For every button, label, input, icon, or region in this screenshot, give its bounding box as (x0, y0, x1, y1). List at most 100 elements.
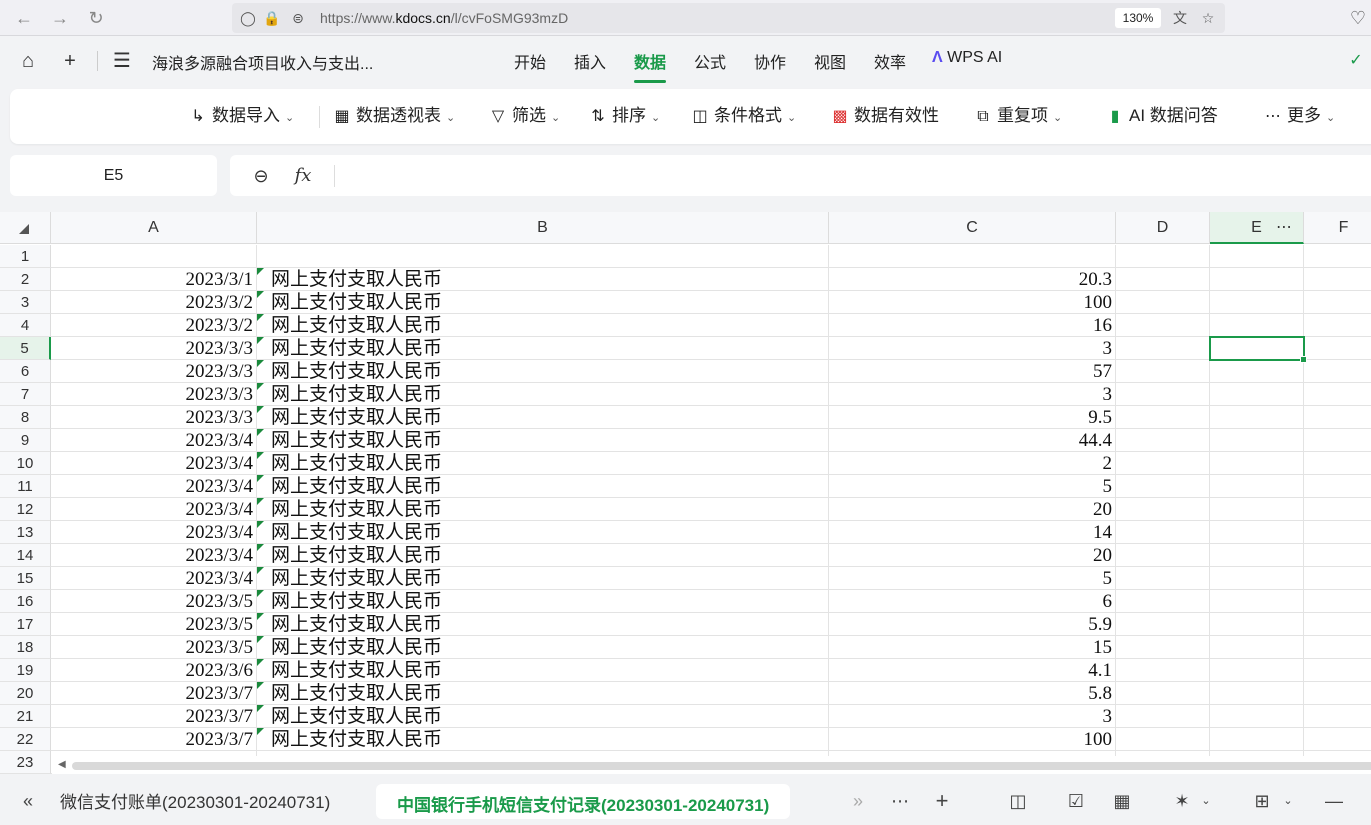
table-cell[interactable] (1116, 429, 1210, 452)
table-cell[interactable] (1210, 245, 1304, 268)
table-cell[interactable] (257, 245, 829, 268)
table-cell[interactable] (1116, 475, 1210, 498)
filter-button[interactable]: ▽ 筛选 ⌄ (488, 104, 560, 128)
table-cell[interactable]: 网上支付支取人民币 (257, 498, 829, 521)
table-cell[interactable] (1116, 452, 1210, 475)
table-cell[interactable] (1210, 406, 1304, 429)
table-cell[interactable] (1210, 659, 1304, 682)
table-cell[interactable]: 网上支付支取人民币 (257, 705, 829, 728)
table-cell[interactable] (1304, 291, 1371, 314)
table-cell[interactable] (1210, 567, 1304, 590)
table-cell[interactable]: 网上支付支取人民币 (257, 291, 829, 314)
row-header[interactable]: 2 (0, 268, 51, 291)
cloud-saved-icon[interactable]: ✓ (1344, 49, 1368, 73)
shield-icon[interactable]: ◯ (238, 8, 258, 28)
row-header[interactable]: 23 (0, 751, 51, 774)
double-chevron-left-icon[interactable]: « (16, 789, 40, 813)
table-cell[interactable]: 5.9 (829, 613, 1116, 636)
table-cell[interactable]: 2023/3/2 (51, 314, 257, 337)
table-cell[interactable]: 2023/3/3 (51, 406, 257, 429)
table-cell[interactable]: 2023/3/4 (51, 475, 257, 498)
column-header-a[interactable]: A (51, 212, 257, 244)
back-arrow-icon[interactable]: ← (12, 6, 36, 30)
table-cell[interactable]: 6 (829, 590, 1116, 613)
row-header[interactable]: 9 (0, 429, 51, 452)
table-cell[interactable]: 网上支付支取人民币 (257, 659, 829, 682)
tab-collaborate[interactable]: 协作 (754, 49, 786, 73)
table-cell[interactable] (1116, 360, 1210, 383)
table-cell[interactable]: 网上支付支取人民币 (257, 567, 829, 590)
conditional-format-button[interactable]: ◫ 条件格式 ⌄ (690, 104, 796, 128)
table-cell[interactable] (1304, 590, 1371, 613)
table-cell[interactable] (1304, 521, 1371, 544)
table-cell[interactable]: 2023/3/7 (51, 682, 257, 705)
scrollbar-thumb[interactable] (72, 762, 1371, 770)
row-header[interactable]: 6 (0, 360, 51, 383)
sheet-tab-wechat[interactable]: 微信支付账单(20230301-20240731) (60, 788, 330, 813)
duplicates-button[interactable]: ⧉ 重复项 ⌄ (973, 104, 1062, 128)
table-cell[interactable]: 2023/3/7 (51, 705, 257, 728)
table-cell[interactable] (1304, 659, 1371, 682)
tab-start[interactable]: 开始 (514, 49, 546, 73)
row-header[interactable]: 14 (0, 544, 51, 567)
column-header-d[interactable]: D (1116, 212, 1210, 244)
table-cell[interactable] (1304, 337, 1371, 360)
table-cell[interactable]: 20 (829, 498, 1116, 521)
table-cell[interactable] (1304, 452, 1371, 475)
table-cell[interactable] (1210, 337, 1304, 360)
table-cell[interactable]: 2023/3/7 (51, 728, 257, 751)
table-cell[interactable]: 20.3 (829, 268, 1116, 291)
table-cell[interactable]: 2023/3/4 (51, 429, 257, 452)
table-cell[interactable] (1116, 544, 1210, 567)
table-cell[interactable] (1210, 268, 1304, 291)
lock-icon[interactable]: 🔒 (262, 8, 282, 28)
table-cell[interactable]: 网上支付支取人民币 (257, 682, 829, 705)
table-cell[interactable]: 网上支付支取人民币 (257, 590, 829, 613)
table-cell[interactable] (1304, 498, 1371, 521)
data-import-button[interactable]: ↳ 数据导入 ⌄ (188, 104, 294, 128)
table-cell[interactable]: 网上支付支取人民币 (257, 728, 829, 751)
extension-icon[interactable]: ✶ (1170, 789, 1194, 813)
reload-icon[interactable]: ↻ (84, 6, 108, 30)
row-header[interactable]: 15 (0, 567, 51, 590)
more-button[interactable]: ⋯ 更多 ⌄ (1263, 104, 1335, 128)
table-cell[interactable] (1210, 475, 1304, 498)
table-cell[interactable] (1116, 705, 1210, 728)
document-title[interactable]: 海浪多源融合项目收入与支出... (152, 50, 373, 74)
row-header[interactable]: 13 (0, 521, 51, 544)
table-cell[interactable] (1116, 268, 1210, 291)
table-cell[interactable]: 2023/3/6 (51, 659, 257, 682)
table-cell[interactable] (829, 245, 1116, 268)
table-cell[interactable]: 100 (829, 291, 1116, 314)
sidebar-panel-icon[interactable]: ◫ (1006, 789, 1030, 813)
row-header[interactable]: 5 (0, 337, 51, 360)
table-cell[interactable]: 网上支付支取人民币 (257, 314, 829, 337)
table-cell[interactable]: 14 (829, 521, 1116, 544)
row-header[interactable]: 3 (0, 291, 51, 314)
sheet-stats-icon[interactable]: ▦ (1110, 789, 1134, 813)
table-cell[interactable]: 2 (829, 452, 1116, 475)
table-cell[interactable]: 3 (829, 337, 1116, 360)
table-cell[interactable] (1304, 383, 1371, 406)
zoom-level[interactable]: 130% (1115, 8, 1161, 28)
table-cell[interactable]: 2023/3/5 (51, 636, 257, 659)
table-cell[interactable] (1304, 567, 1371, 590)
table-cell[interactable] (1116, 314, 1210, 337)
zoom-minus-icon[interactable]: — (1322, 789, 1346, 813)
function-fx-icon[interactable]: fx (291, 164, 315, 188)
table-cell[interactable] (1210, 291, 1304, 314)
table-cell[interactable] (1116, 728, 1210, 751)
table-cell[interactable]: 4.1 (829, 659, 1116, 682)
table-cell[interactable] (1116, 682, 1210, 705)
table-cell[interactable] (1210, 521, 1304, 544)
table-cell[interactable] (1304, 728, 1371, 751)
home-icon[interactable]: ⌂ (16, 49, 40, 73)
freeze-pane-icon[interactable]: ⊞ (1250, 789, 1274, 813)
add-sheet-icon[interactable]: + (930, 789, 954, 813)
table-cell[interactable] (1304, 475, 1371, 498)
table-cell[interactable] (1116, 590, 1210, 613)
table-cell[interactable] (1116, 521, 1210, 544)
pocket-icon[interactable]: ♡ (1346, 6, 1370, 30)
column-header-c[interactable]: C (829, 212, 1116, 244)
table-cell[interactable]: 3 (829, 705, 1116, 728)
